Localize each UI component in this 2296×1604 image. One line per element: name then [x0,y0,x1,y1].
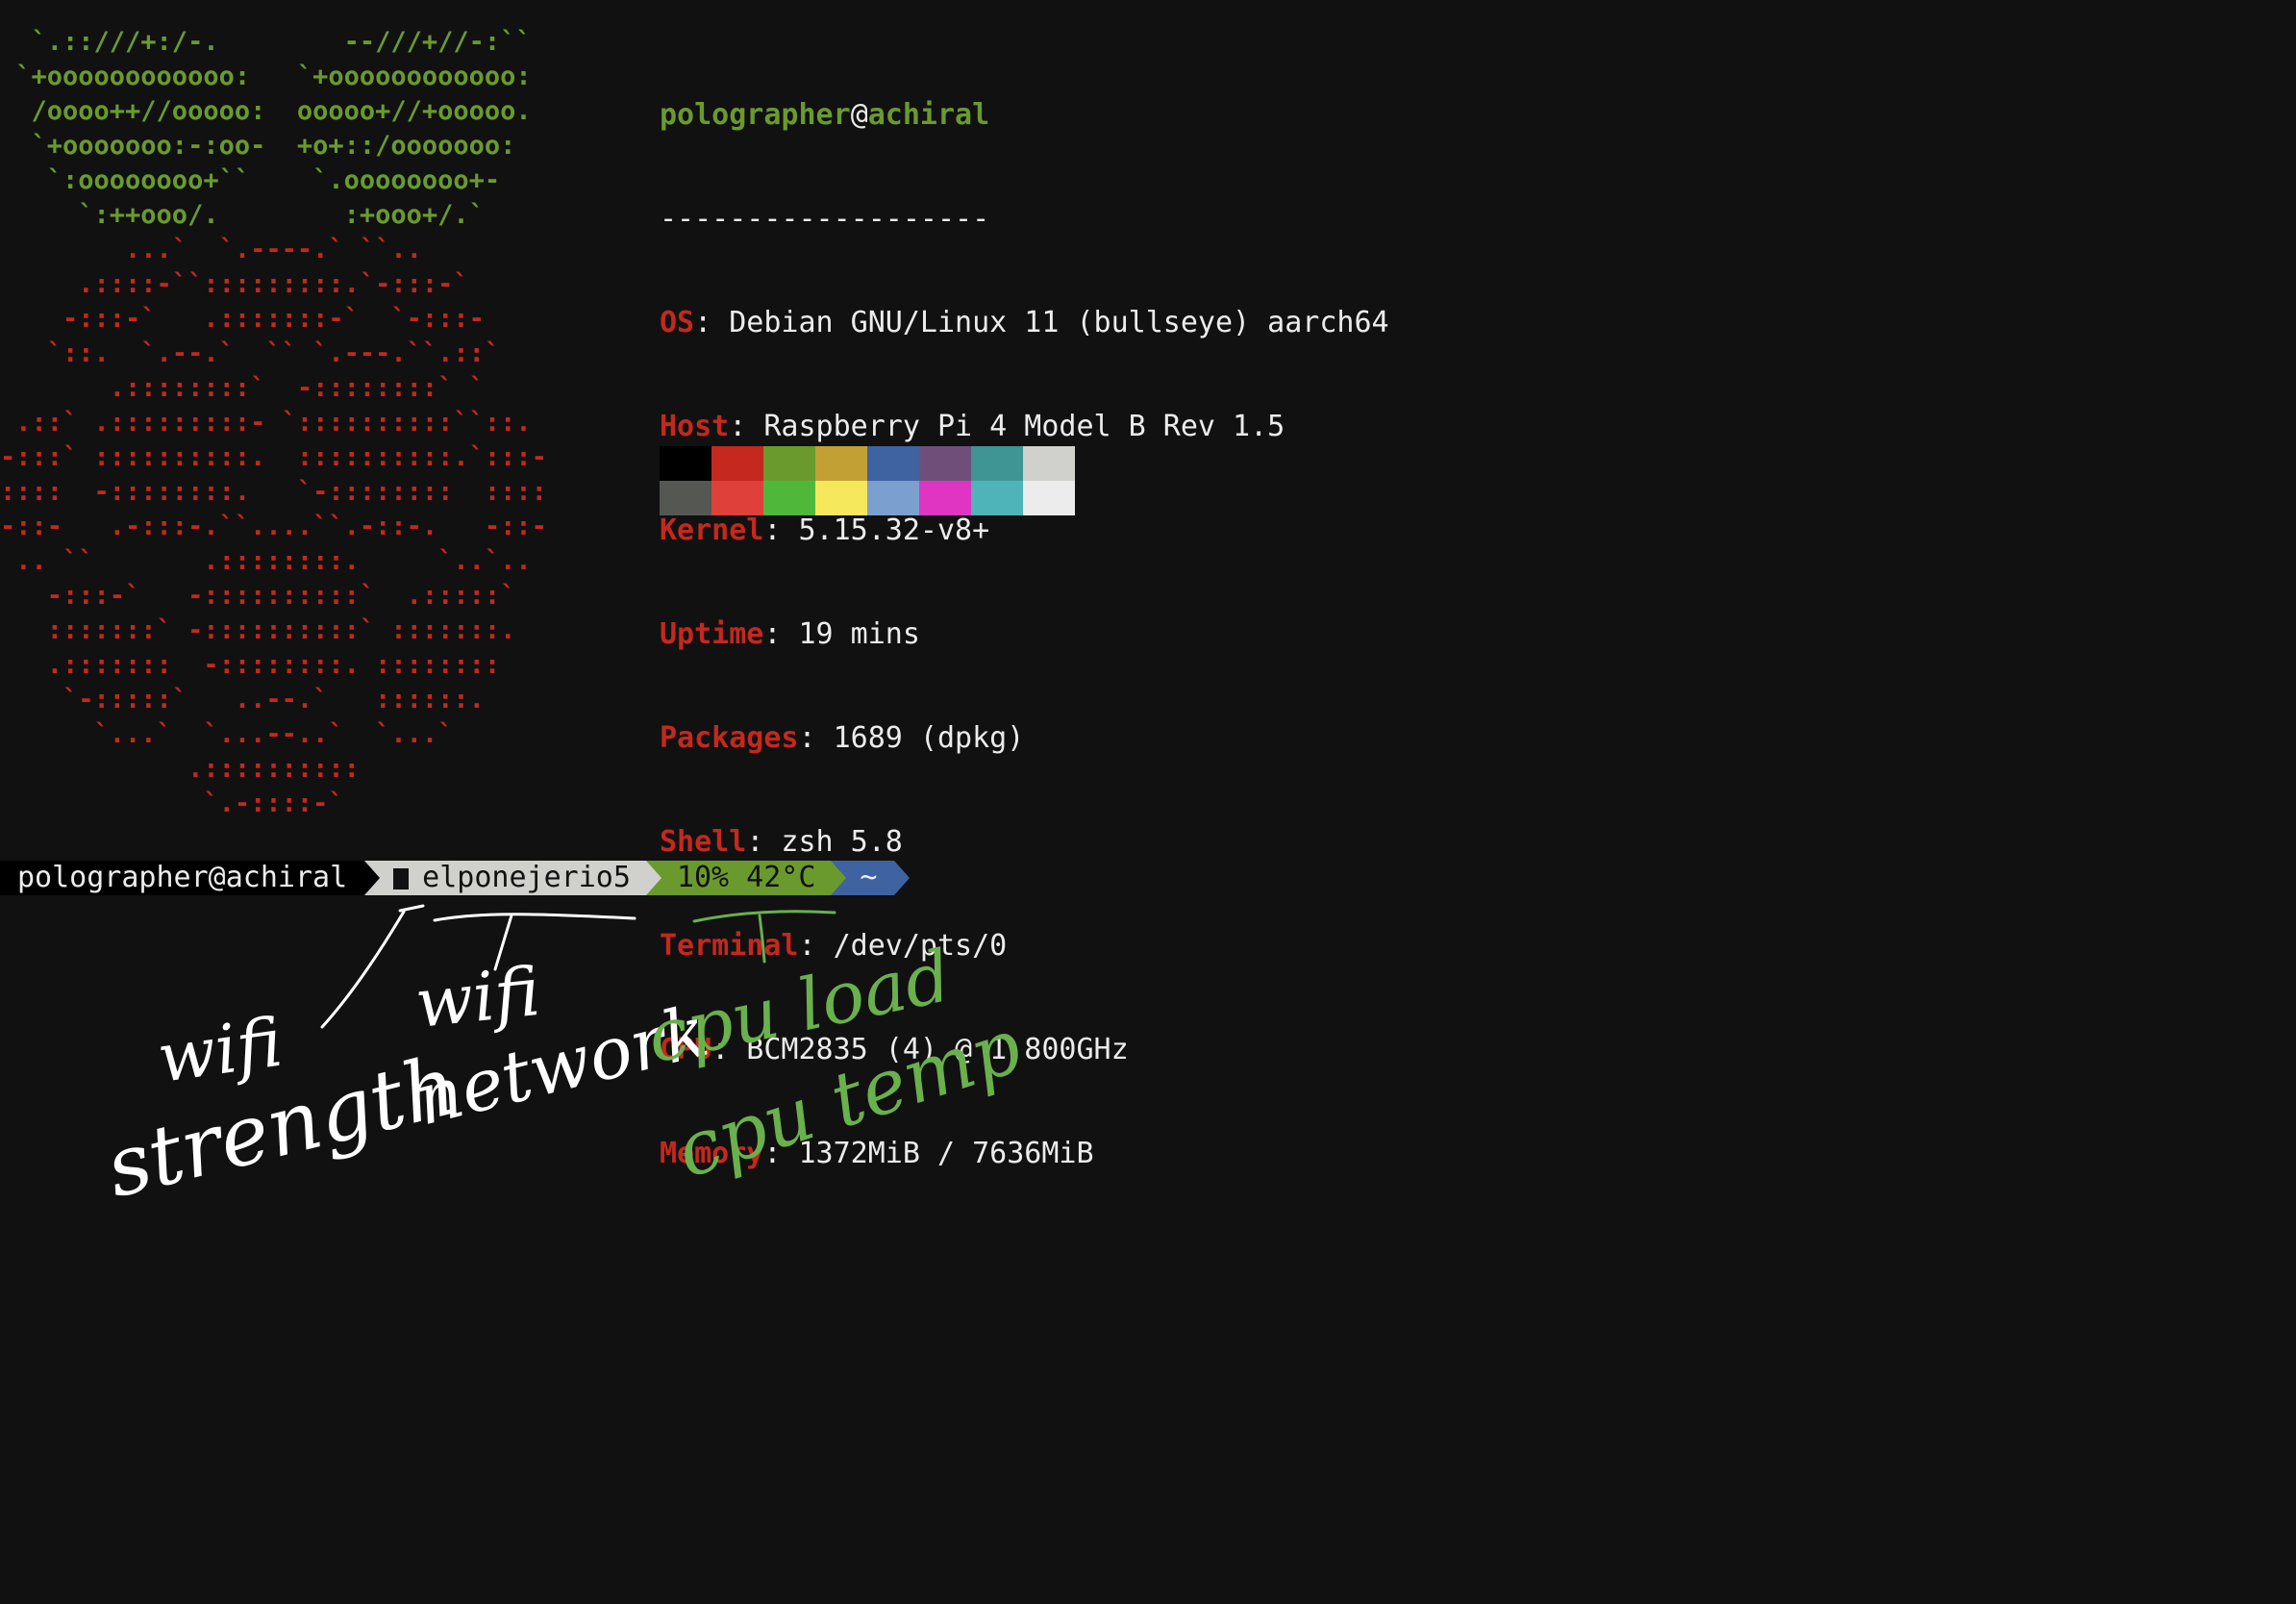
shell-prompt[interactable]: polographer@achiral elponejerio5 10% 42°… [0,861,911,895]
palette-row-normal [660,446,1075,481]
palette-swatch-bright-7 [1023,481,1075,515]
annotation-wifi-strength-line1: wifi [153,1003,287,1098]
info-value: : zsh 5.8 [746,825,903,859]
info-row-cpu: CPU: BCM2835 (4) @ 1.800GHz [660,1033,1389,1067]
info-value: : Raspberry Pi 4 Model B Rev 1.5 [729,410,1285,443]
annotation-wifi-network-line1: wifi [412,952,543,1043]
info-value: : 19 mins [763,617,920,651]
info-row-packages: Packages: 1689 (dpkg) [660,721,1389,756]
annotation-wifi-strength-line2: strength [97,1038,466,1217]
ascii-logo-leaves: `.::///+:/-. --///+//-:`` `+oooooooooooo… [15,27,532,230]
palette-swatch-normal-2 [763,446,815,481]
palette-swatch-bright-5 [919,481,971,515]
palette-swatch-bright-6 [971,481,1023,515]
info-key: Host [660,410,730,443]
info-key: CPU [660,1033,712,1066]
segment-arrow [645,861,661,895]
palette-swatch-bright-3 [815,481,867,515]
palette-swatch-bright-4 [867,481,919,515]
info-row-shell: Shell: zsh 5.8 [660,825,1389,860]
palette-swatch-normal-6 [971,446,1023,481]
info-key: Shell [660,825,747,859]
info-key: Terminal [660,929,799,963]
prompt-wifi-segment: elponejerio5 [364,861,661,895]
terminal-window[interactable]: `.::///+:/-. --///+//-:`` `+oooooooooooo… [0,0,2296,1604]
ascii-logo-berry: ...` `.----.` ``.. .::::-``:::::::::.`-:… [0,235,547,818]
prompt-cpu-segment: 10% 42°C [645,861,847,895]
info-row-os: OS: Debian GNU/Linux 11 (bullseye) aarch… [660,306,1389,340]
info-row-memory: Memory: 1372MiB / 7636MiB [660,1137,1389,1171]
info-separator: ------------------- [660,202,990,236]
info-value: : BCM2835 (4) @ 1.800GHz [711,1033,1129,1066]
info-value: : 5.15.32-v8+ [763,514,990,547]
info-row-uptime: Uptime: 19 mins [660,617,1389,652]
info-value: : /dev/pts/0 [798,929,1008,963]
prompt-wifi-network: elponejerio5 [422,861,631,894]
debian-raspberry-ascii-logo: `.::///+:/-. --///+//-:`` `+oooooooooooo… [0,25,547,821]
palette-swatch-normal-4 [867,446,919,481]
info-value: : 1689 (dpkg) [798,721,1025,755]
info-at: @ [850,98,868,132]
system-info: polographer@achiral ------------------- … [660,29,1389,1241]
info-user: polographer [660,98,851,132]
segment-arrow [894,861,911,895]
palette-swatch-bright-2 [763,481,815,515]
palette-swatch-normal-7 [1023,446,1075,481]
info-value: : 1372MiB / 7636MiB [763,1137,1094,1170]
info-key: Memory [660,1137,764,1170]
info-key: Kernel [660,514,764,547]
palette-row-bright [660,481,1075,515]
info-host: achiral [867,98,990,132]
info-row-host: Host: Raspberry Pi 4 Model B Rev 1.5 [660,410,1389,444]
info-title: polographer@achiral [660,98,1389,133]
palette-swatch-normal-0 [660,446,711,481]
palette-swatch-normal-1 [711,446,763,481]
prompt-directory: ~ [860,861,878,894]
info-key: Uptime [660,617,764,651]
palette-swatch-bright-0 [660,481,711,515]
color-palette [660,446,1075,515]
prompt-cpu-status: 10% 42°C [676,861,816,894]
wifi-signal-icon [393,868,410,890]
palette-swatch-normal-3 [815,446,867,481]
palette-swatch-bright-1 [711,481,763,515]
prompt-user-host: polographer@achiral [17,861,348,894]
palette-swatch-normal-5 [919,446,971,481]
prompt-user-segment: polographer@achiral [0,861,381,895]
segment-arrow [831,861,847,895]
info-value: : Debian GNU/Linux 11 (bullseye) aarch64 [694,306,1389,339]
info-key: OS [660,306,695,339]
segment-arrow [364,861,381,895]
wifi-strength-pointer [320,904,425,1029]
info-row-terminal: Terminal: /dev/pts/0 [660,929,1389,964]
info-row-kernel: Kernel: 5.15.32-v8+ [660,514,1389,548]
info-key: Packages [660,721,799,755]
wifi-network-bracket [433,913,636,971]
